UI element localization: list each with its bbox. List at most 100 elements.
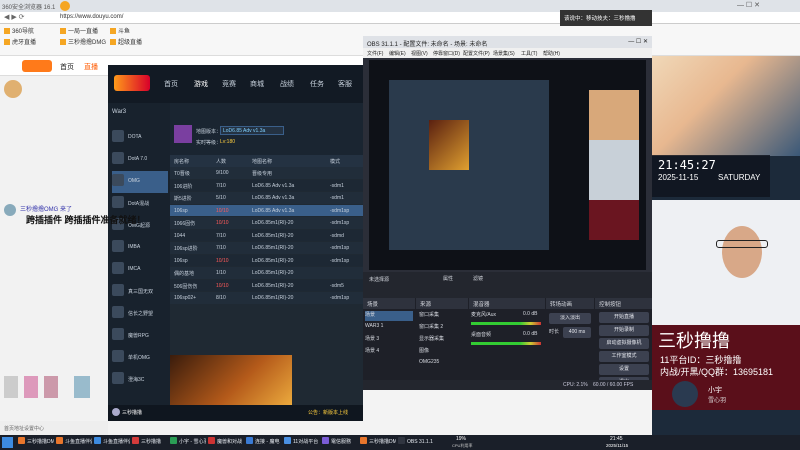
table-row[interactable]: 106sp 10/10 LoD6.85m1(RI)-20 -sdm1sp: [170, 254, 363, 266]
taskbar-item[interactable]: 三秒撸撸: [132, 437, 168, 448]
table-row[interactable]: 偶的基地 1/10 LoD6.85m1(RI)-20: [170, 267, 363, 279]
obs-menu-help[interactable]: 帮助(H): [543, 50, 560, 57]
gift-icon[interactable]: [74, 376, 90, 398]
source-item[interactable]: 窗口采集: [419, 311, 439, 321]
bookmark-item[interactable]: 虎牙直播: [4, 37, 36, 47]
game-nav-shop[interactable]: 商城: [250, 79, 264, 89]
taskbar-item[interactable]: 魔兽和对战: [208, 437, 244, 448]
duration-input[interactable]: 400 ms: [563, 327, 591, 338]
taskbar-item[interactable]: 三秒撸撸DMG: [18, 437, 54, 448]
bookmark-item[interactable]: 斗鱼: [110, 26, 130, 36]
table-row[interactable]: 1066固伤 10/10 LoD6.85m1(RI)-20 -sdm1sp: [170, 217, 363, 229]
bookmark-item[interactable]: 一局一直播: [60, 26, 98, 36]
mixer-label: 桌面音频: [471, 332, 492, 338]
start-recording-button[interactable]: 开始录制: [599, 325, 649, 336]
taskbar-item-label: 三秒撸撸: [141, 439, 162, 445]
room-mode: -sdm1sp: [330, 220, 350, 226]
source-item[interactable]: 图像: [419, 347, 429, 357]
studio-mode-button[interactable]: 工作室模式: [599, 351, 649, 362]
settings-button[interactable]: 设置: [599, 364, 649, 375]
scene-item[interactable]: 场景 3: [365, 335, 379, 345]
game-icon: [112, 174, 124, 186]
room-mode: -sdm1sp: [330, 207, 350, 214]
taskbar-item[interactable]: 连接 - 魔电: [246, 437, 282, 448]
nav-back-icon[interactable]: ◀ ▶ ⟳: [4, 13, 25, 21]
obs-preview-canvas[interactable]: [369, 60, 646, 270]
start-streaming-button[interactable]: 开始直播: [599, 312, 649, 323]
sidebar-header: War3: [112, 109, 127, 115]
table-row[interactable]: 106sp进阶 7/10 LoD6.85m1(RI)-20 -sdm1sp: [170, 242, 363, 254]
table-row[interactable]: T0晋级 9/100 晋级专用: [170, 167, 363, 179]
clock-date: 2025-11-15: [658, 173, 699, 182]
taskbar-item[interactable]: 斗鱼直播伴侣: [94, 437, 130, 448]
game-nav-service[interactable]: 客服: [338, 79, 352, 89]
obs-window-controls[interactable]: — ☐ ✕: [628, 38, 648, 45]
source-item[interactable]: OMG235: [419, 359, 439, 369]
game-nav-record[interactable]: 战绩: [280, 79, 294, 89]
sidebar-item-single-omg[interactable]: 单机OMG: [112, 347, 168, 369]
address-bar[interactable]: ◀ ▶ ⟳ https://www.douyu.com/: [0, 12, 800, 24]
start-icon[interactable]: [2, 437, 13, 448]
game-nav-home[interactable]: 首页: [164, 79, 178, 89]
table-row[interactable]: 106进阶 7/10 LoD6.85 Adv v1.3a -sdm1: [170, 179, 363, 191]
sidebar-item-rpg[interactable]: 魔兽RPG: [112, 325, 168, 347]
sidebar-item-three-kingdoms[interactable]: 真三国无双: [112, 281, 168, 303]
obs-menu-docks[interactable]: 停靠窗口(D): [433, 50, 460, 57]
sidebar-item-omg[interactable]: OMG: [112, 171, 168, 193]
taskbar-item[interactable]: 斗鱼直播伴侣: [56, 437, 92, 448]
taskbar-item[interactable]: 小宇 - 雪心羽: [170, 437, 206, 448]
gift-icon[interactable]: [4, 376, 18, 398]
gift-icon[interactable]: [44, 376, 58, 398]
obs-menu-scenes[interactable]: 场景集(S): [493, 50, 515, 57]
sidebar-item-nobunaga[interactable]: 信长之野望: [112, 303, 168, 325]
table-row[interactable]: 1044 7/10 LoD6.85m1(RI)-20 -sdmd: [170, 229, 363, 241]
source-item[interactable]: 窗口采集 2: [419, 323, 443, 333]
obs-menu-edit[interactable]: 编辑(E): [389, 50, 406, 57]
sidebar-item-dota[interactable]: DOTA: [112, 127, 168, 149]
bookmark-item[interactable]: 超级直播: [110, 37, 142, 47]
obs-menu-view[interactable]: 视图(V): [411, 50, 428, 57]
game-nav-compete[interactable]: 竞赛: [222, 79, 236, 89]
obs-menu-tools[interactable]: 工具(T): [521, 50, 537, 57]
taskbar-item[interactable]: 三秒撸撸DMG: [360, 437, 396, 448]
sidebar-item-imca[interactable]: IMCA: [112, 259, 168, 281]
virtual-camera-button[interactable]: 启动虚拟摄像机: [599, 338, 649, 349]
room-mode: -sdm1: [330, 182, 344, 189]
taskbar-item[interactable]: 11对战平台: [284, 437, 320, 448]
map-select[interactable]: LoD6.85 Adv v1.3a: [220, 126, 284, 135]
scene-item[interactable]: 场景 4: [365, 347, 379, 357]
url-text[interactable]: https://www.douyu.com/: [60, 14, 123, 20]
site-logo[interactable]: [22, 60, 52, 72]
overlay-character-art: [652, 56, 800, 156]
game-ad-banner[interactable]: [170, 355, 292, 411]
taskbar-item[interactable]: OBS 31.1.1: [398, 437, 434, 448]
table-row[interactable]: 106sp 10/10 LoD6.85 Adv v1.3a -sdm1sp: [170, 204, 363, 216]
game-nav-task[interactable]: 任务: [310, 79, 324, 89]
taskbar-item[interactable]: 電信服務: [322, 437, 358, 448]
transition-select[interactable]: 淡入淡出: [549, 313, 591, 324]
source-item[interactable]: 显示器采集: [419, 335, 444, 345]
sidebar-item-chenghai[interactable]: 澄海3C: [112, 369, 168, 391]
gift-icon[interactable]: [24, 376, 38, 398]
user-avatar[interactable]: [112, 408, 120, 416]
table-row[interactable]: 506固伤伤 10/10 LoD6.85m1(RI)-20 -sdm5: [170, 279, 363, 291]
scene-item[interactable]: 场景: [365, 311, 413, 321]
filters-button[interactable]: 滤镜: [473, 275, 483, 282]
sidebar-item-dota7[interactable]: DotA 7.0: [112, 149, 168, 171]
game-nav-game[interactable]: 游戏: [194, 79, 208, 89]
window-controls[interactable]: — ☐ ✕: [737, 1, 760, 9]
scene-item[interactable]: WAR3 1: [365, 323, 383, 333]
table-row[interactable]: 106sp02+ 8/10 LoD6.85m1(RI)-20 -sdm1sp: [170, 292, 363, 304]
game-icon: [112, 284, 124, 296]
table-row[interactable]: 斯5进阶 5/10 LoD6.85 Adv v1.3a -sdm1: [170, 192, 363, 204]
notification-popup[interactable]: 该说中：移动技夫：三秒撸撸: [560, 10, 652, 26]
anchor-avatar[interactable]: [4, 80, 22, 98]
site-nav-live[interactable]: 直播: [84, 62, 98, 72]
bookmark-item[interactable]: 三秒撸撸DMG: [60, 37, 106, 47]
site-nav-home[interactable]: 首页: [60, 62, 74, 72]
bookmark-item[interactable]: 360导航: [4, 26, 34, 36]
obs-menu-profile[interactable]: 配置文件(P): [463, 50, 490, 57]
properties-button[interactable]: 属性: [443, 275, 453, 282]
sidebar-item-imba[interactable]: IMBA: [112, 237, 168, 259]
obs-menu-file[interactable]: 文件(F): [367, 50, 383, 57]
